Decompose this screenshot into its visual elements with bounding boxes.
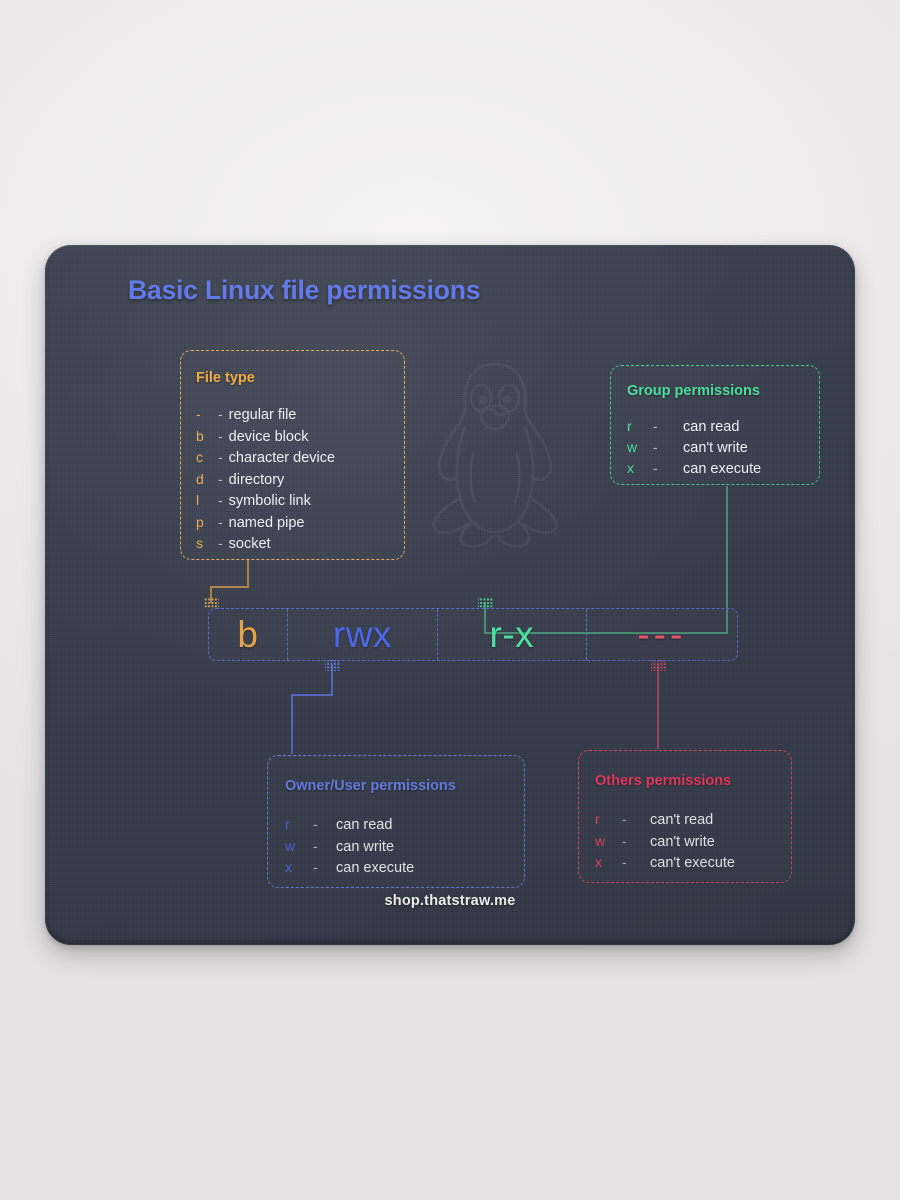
card-group-permissions: Group permissions r - can read w - can't… xyxy=(610,365,820,485)
page-title: Basic Linux file permissions xyxy=(128,275,481,305)
card-others-title: Others permissions xyxy=(595,773,732,789)
card-file-type-rows: - - regular file b - device block c - ch… xyxy=(196,406,335,557)
row-key: c xyxy=(196,449,203,465)
row-value: device block xyxy=(228,428,309,445)
row-dash: - xyxy=(218,492,223,508)
row-key: b xyxy=(196,427,204,444)
row-value: directory xyxy=(228,471,285,488)
connector-others xyxy=(651,660,666,749)
row-key: - xyxy=(196,406,201,422)
list-item: x - can't execute xyxy=(595,854,735,871)
row-value: character device xyxy=(228,450,336,466)
row-dash: - xyxy=(218,427,223,444)
permission-segment-others: --- xyxy=(587,609,737,660)
row-dash: - xyxy=(218,470,223,487)
card-group-rows: r - can read w - can't write x - can exe… xyxy=(627,418,761,481)
row-value: can write xyxy=(336,838,395,855)
row-value: can read xyxy=(683,419,740,435)
list-item: w - can't write xyxy=(595,833,735,850)
row-dash: - xyxy=(653,418,658,434)
list-item: s - socket xyxy=(196,535,335,552)
row-dash: - xyxy=(622,854,627,870)
row-value: can't read xyxy=(650,812,714,828)
row-key: x xyxy=(627,460,634,476)
row-value: named pipe xyxy=(228,514,305,531)
row-value: can execute xyxy=(336,860,415,876)
row-value: socket xyxy=(228,536,271,552)
permission-segment-text: --- xyxy=(637,614,687,655)
row-dash: - xyxy=(622,811,627,827)
row-value: can execute xyxy=(683,461,762,477)
row-key: l xyxy=(196,492,200,508)
row-key: w xyxy=(595,832,606,849)
list-item: r - can read xyxy=(627,418,761,435)
row-dash: - xyxy=(218,449,223,465)
card-file-type-title: File type xyxy=(196,370,255,386)
row-value: regular file xyxy=(228,407,297,423)
card-owner-permissions: Owner/User permissions r - can read w - … xyxy=(267,755,525,888)
permission-segment-text: rwx xyxy=(332,614,392,655)
permission-segment-owner: rwx xyxy=(288,609,439,660)
row-key: d xyxy=(196,470,204,487)
list-item: r - can read xyxy=(285,816,414,833)
permission-segment-group: r-x xyxy=(438,609,587,660)
card-file-type: File type - - regular file b - device bl… xyxy=(180,350,405,560)
card-group-title: Group permissions xyxy=(627,383,760,399)
list-item: - - regular file xyxy=(196,406,335,423)
row-key: x xyxy=(595,854,602,870)
row-key: r xyxy=(627,418,632,434)
tux-penguin-icon xyxy=(395,350,595,550)
row-value: can't execute xyxy=(650,855,735,871)
row-dash: - xyxy=(313,837,318,854)
row-dash: - xyxy=(653,439,658,455)
card-others-rows: r - can't read w - can't write x - can't… xyxy=(595,811,735,876)
row-dash: - xyxy=(218,535,223,551)
row-value: can't write xyxy=(683,440,748,456)
list-item: c - character device xyxy=(196,449,335,466)
card-owner-rows: r - can read w - can write x - can execu… xyxy=(285,816,414,881)
connector-file-type xyxy=(204,560,249,608)
list-item: w - can write xyxy=(285,838,414,855)
list-item: p - named pipe xyxy=(196,514,335,531)
row-key: r xyxy=(595,811,600,827)
row-dash: - xyxy=(653,460,658,476)
list-item: x - can execute xyxy=(627,460,761,477)
row-value: can read xyxy=(336,817,393,833)
row-value: can't write xyxy=(650,833,715,850)
permission-segment-file-type: b xyxy=(209,609,288,660)
poster-artwork: Basic Linux file permissions File type -… xyxy=(45,245,855,945)
row-dash: - xyxy=(218,406,223,422)
connector-owner xyxy=(291,660,340,754)
row-key: w xyxy=(285,837,296,854)
mousepad-product: Basic Linux file permissions File type -… xyxy=(45,245,855,945)
card-others-permissions: Others permissions r - can't read w - ca… xyxy=(578,750,792,883)
shop-url-footer: shop.thatstraw.me xyxy=(384,893,516,909)
row-dash: - xyxy=(313,816,318,832)
card-owner-title: Owner/User permissions xyxy=(285,778,456,794)
row-dash: - xyxy=(313,859,318,875)
row-dash: - xyxy=(218,513,223,530)
row-key: w xyxy=(627,439,638,455)
row-key: p xyxy=(196,513,204,530)
row-key: r xyxy=(285,816,290,832)
row-value: symbolic link xyxy=(228,493,311,509)
list-item: d - directory xyxy=(196,471,335,488)
list-item: r - can't read xyxy=(595,811,735,828)
list-item: w - can't write xyxy=(627,439,761,456)
row-key: s xyxy=(196,535,203,551)
list-item: b - device block xyxy=(196,428,335,445)
row-dash: - xyxy=(622,832,627,849)
permission-segment-text: b xyxy=(237,614,259,655)
row-key: x xyxy=(285,859,292,875)
list-item: l - symbolic link xyxy=(196,492,335,509)
permission-string-bar: b rwx r-x --- xyxy=(208,608,738,661)
permission-segment-text: r-x xyxy=(489,614,535,655)
list-item: x - can execute xyxy=(285,859,414,876)
